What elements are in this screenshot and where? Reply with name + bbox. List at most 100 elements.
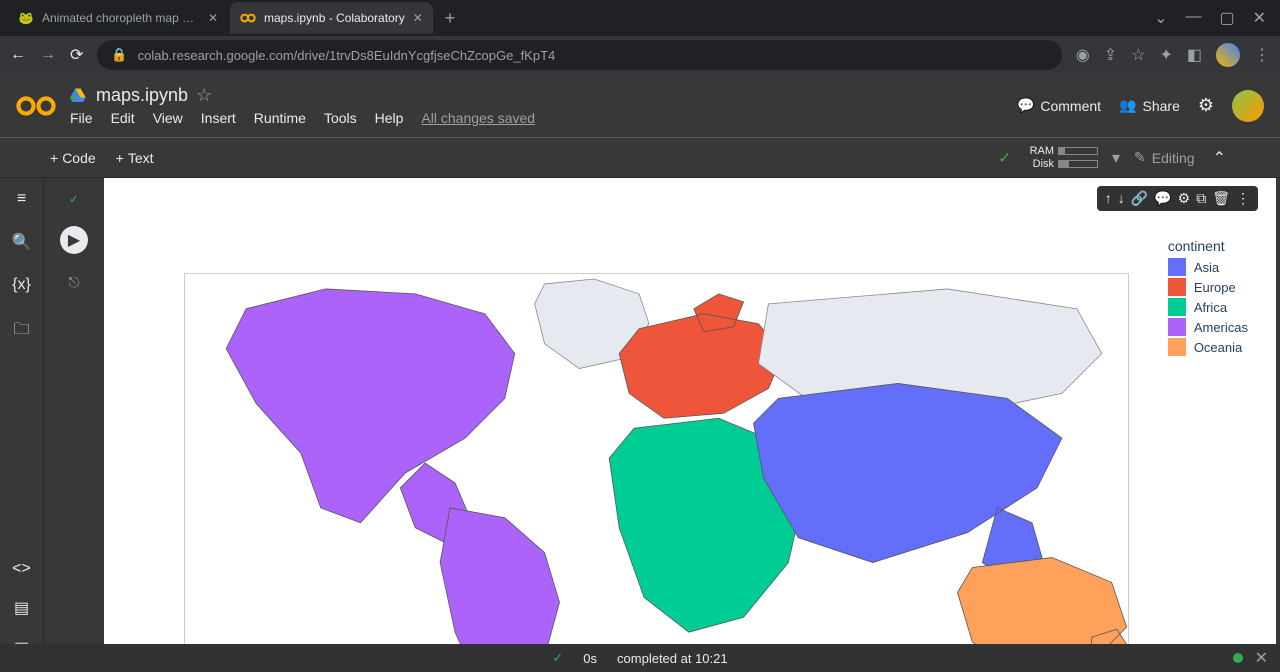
disk-label: Disk bbox=[1033, 158, 1054, 170]
profile-avatar[interactable] bbox=[1216, 43, 1240, 67]
status-check-icon: ✓ bbox=[552, 650, 563, 666]
browser-tab-strip: 🐸 Animated choropleth map with d ✕ maps.… bbox=[0, 0, 1280, 36]
delete-icon[interactable]: 🗑 bbox=[1212, 190, 1230, 207]
more-icon[interactable]: ⋮ bbox=[1236, 190, 1250, 207]
google-lens-icon[interactable]: ◉ bbox=[1076, 45, 1090, 65]
resource-dropdown-icon[interactable]: ▾ bbox=[1112, 148, 1120, 168]
bookmark-icon[interactable]: ☆ bbox=[1131, 45, 1145, 65]
legend-label: Americas bbox=[1194, 320, 1248, 335]
search-icon[interactable]: 🔍 bbox=[12, 232, 32, 252]
menu-icon[interactable]: ⋮ bbox=[1254, 45, 1270, 65]
maximize-icon[interactable]: ▢ bbox=[1219, 8, 1234, 28]
back-button[interactable]: ← bbox=[10, 46, 26, 64]
text-label: Text bbox=[128, 150, 154, 166]
connected-check-icon: ✓ bbox=[998, 148, 1011, 168]
toc-icon[interactable]: ≡ bbox=[17, 190, 26, 208]
move-down-icon[interactable]: ↓ bbox=[1118, 190, 1125, 207]
browser-tab[interactable]: 🐸 Animated choropleth map with d ✕ bbox=[8, 2, 228, 34]
variables-icon[interactable]: {x} bbox=[12, 276, 31, 294]
close-icon[interactable]: ✕ bbox=[208, 11, 218, 25]
legend-item-asia[interactable]: Asia bbox=[1168, 258, 1248, 276]
menu-help[interactable]: Help bbox=[375, 110, 404, 126]
forward-button[interactable]: → bbox=[40, 46, 56, 64]
status-bar: ✓ 0s completed at 10:21 ✕ bbox=[0, 644, 1280, 672]
legend-title: continent bbox=[1168, 238, 1248, 254]
add-code-button[interactable]: +Code bbox=[50, 150, 96, 166]
clear-output-icon[interactable]: ⎋ bbox=[68, 274, 79, 291]
run-cell-button[interactable]: ▶ bbox=[60, 226, 88, 254]
tab-title: Animated choropleth map with d bbox=[42, 11, 200, 25]
completed-text: completed at 10:21 bbox=[617, 651, 728, 666]
share-button[interactable]: 👥 Share bbox=[1119, 97, 1180, 114]
link-icon[interactable]: 🔗 bbox=[1131, 190, 1148, 207]
document-title[interactable]: maps.ipynb bbox=[96, 85, 188, 106]
new-tab-button[interactable]: + bbox=[435, 8, 466, 29]
choropleth-map[interactable] bbox=[184, 273, 1129, 668]
cell-output: ↑ ↓ 🔗 💬 ⚙ ⧉ 🗑 ⋮ continent Asia Europe Af… bbox=[104, 178, 1276, 672]
move-up-icon[interactable]: ↑ bbox=[1105, 190, 1112, 207]
legend-label: Oceania bbox=[1194, 340, 1242, 355]
url-input[interactable]: 🔒 colab.research.google.com/drive/1trvDs… bbox=[97, 40, 1061, 70]
cell-gutter: ✓ ▶ ⎋ bbox=[44, 178, 104, 672]
share-people-icon: 👥 bbox=[1119, 97, 1136, 114]
colab-favicon-icon bbox=[240, 10, 256, 26]
mirror-icon[interactable]: ⧉ bbox=[1196, 190, 1206, 207]
sidepanel-icon[interactable]: ◧ bbox=[1187, 45, 1202, 65]
collapse-icon[interactable]: ⌃ bbox=[1209, 144, 1230, 172]
cell-toolbar: ↑ ↓ 🔗 💬 ⚙ ⧉ 🗑 ⋮ bbox=[1097, 186, 1258, 211]
add-comment-icon[interactable]: 💬 bbox=[1154, 190, 1171, 207]
share-label: Share bbox=[1143, 98, 1180, 114]
menu-runtime[interactable]: Runtime bbox=[254, 110, 306, 126]
legend-item-oceania[interactable]: Oceania bbox=[1168, 338, 1248, 356]
colab-header: maps.ipynb ☆ File Edit View Insert Runti… bbox=[0, 74, 1280, 138]
colab-logo-icon[interactable] bbox=[16, 93, 56, 119]
browser-tab-active[interactable]: maps.ipynb - Colaboratory ✕ bbox=[230, 2, 433, 34]
legend-label: Asia bbox=[1194, 260, 1219, 275]
cell-status-check-icon: ✓ bbox=[69, 192, 79, 206]
comment-icon: 💬 bbox=[1017, 97, 1034, 114]
menu-insert[interactable]: Insert bbox=[201, 110, 236, 126]
code-label: Code bbox=[62, 150, 95, 166]
kernel-status-icon[interactable] bbox=[1233, 653, 1243, 663]
pencil-icon: ✎ bbox=[1134, 149, 1146, 166]
menu-tools[interactable]: Tools bbox=[324, 110, 357, 126]
notebook-area: ✓ ▶ ⎋ ↑ ↓ 🔗 💬 ⚙ ⧉ 🗑 ⋮ continent Asia Eur… bbox=[44, 178, 1280, 672]
close-icon[interactable]: ✕ bbox=[413, 11, 423, 25]
gear-icon[interactable]: ⚙ bbox=[1198, 95, 1214, 116]
notebook-toolbar: +Code +Text ✓ RAM Disk ▾ ✎ Editing ⌃ bbox=[0, 138, 1280, 178]
favicon-icon: 🐸 bbox=[18, 10, 34, 26]
comment-button[interactable]: 💬 Comment bbox=[1017, 97, 1101, 114]
legend-label: Europe bbox=[1194, 280, 1236, 295]
legend-item-europe[interactable]: Europe bbox=[1168, 278, 1248, 296]
status-close-icon[interactable]: ✕ bbox=[1255, 648, 1268, 668]
code-snippets-icon[interactable]: <> bbox=[12, 560, 31, 578]
menu-view[interactable]: View bbox=[153, 110, 183, 126]
share-icon[interactable]: ⇪ bbox=[1104, 45, 1117, 65]
lock-icon: 🔒 bbox=[111, 47, 127, 63]
cell-settings-icon[interactable]: ⚙ bbox=[1178, 190, 1191, 207]
url-text: colab.research.google.com/drive/1trvDs8E… bbox=[138, 48, 556, 63]
star-icon[interactable]: ☆ bbox=[196, 85, 212, 106]
save-status[interactable]: All changes saved bbox=[421, 110, 535, 126]
legend-item-americas[interactable]: Americas bbox=[1168, 318, 1248, 336]
add-text-button[interactable]: +Text bbox=[116, 150, 154, 166]
editing-mode-button[interactable]: ✎ Editing bbox=[1134, 149, 1195, 166]
menu-edit[interactable]: Edit bbox=[111, 110, 135, 126]
chart-legend: continent Asia Europe Africa Americas Oc… bbox=[1168, 238, 1248, 358]
extensions-icon[interactable]: ✦ bbox=[1159, 45, 1172, 65]
resource-meter[interactable]: RAM Disk bbox=[1030, 145, 1098, 170]
account-avatar[interactable] bbox=[1232, 90, 1264, 122]
reload-button[interactable]: ⟳ bbox=[70, 45, 83, 65]
left-sidebar: ≡ 🔍 {x} 🗀 <> ▤ ▣ bbox=[0, 178, 44, 672]
ram-label: RAM bbox=[1030, 145, 1054, 157]
tab-title: maps.ipynb - Colaboratory bbox=[264, 11, 405, 25]
legend-item-africa[interactable]: Africa bbox=[1168, 298, 1248, 316]
menu-file[interactable]: File bbox=[70, 110, 93, 126]
command-palette-icon[interactable]: ▤ bbox=[14, 598, 29, 618]
chevron-down-icon[interactable]: ⌄ bbox=[1154, 8, 1167, 28]
drive-icon bbox=[70, 87, 88, 105]
close-window-icon[interactable]: ✕ bbox=[1253, 8, 1266, 28]
files-icon[interactable]: 🗀 bbox=[13, 318, 29, 345]
exec-time: 0s bbox=[583, 651, 597, 666]
minimize-icon[interactable]: — bbox=[1185, 8, 1201, 28]
